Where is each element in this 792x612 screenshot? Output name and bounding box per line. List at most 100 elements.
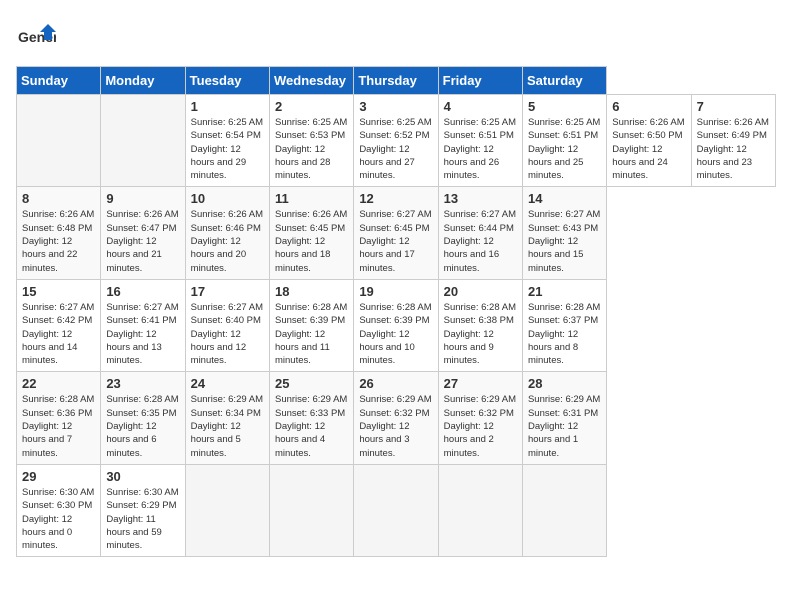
calendar-week-row: 15 Sunrise: 6:27 AM Sunset: 6:42 PM Dayl… xyxy=(17,279,776,371)
calendar-day-cell: 16 Sunrise: 6:27 AM Sunset: 6:41 PM Dayl… xyxy=(101,279,185,371)
calendar-header-row: SundayMondayTuesdayWednesdayThursdayFrid… xyxy=(17,67,776,95)
day-number: 7 xyxy=(697,99,770,114)
calendar-day-cell: 13 Sunrise: 6:27 AM Sunset: 6:44 PM Dayl… xyxy=(438,187,522,279)
weekday-header: Wednesday xyxy=(269,67,353,95)
weekday-header: Tuesday xyxy=(185,67,269,95)
calendar-day-cell: 27 Sunrise: 6:29 AM Sunset: 6:32 PM Dayl… xyxy=(438,372,522,464)
day-info: Sunrise: 6:28 AM Sunset: 6:37 PM Dayligh… xyxy=(528,301,601,367)
weekday-header: Thursday xyxy=(354,67,438,95)
day-number: 14 xyxy=(528,191,601,206)
day-info: Sunrise: 6:30 AM Sunset: 6:30 PM Dayligh… xyxy=(22,486,95,552)
day-number: 24 xyxy=(191,376,264,391)
day-number: 16 xyxy=(106,284,179,299)
day-info: Sunrise: 6:26 AM Sunset: 6:48 PM Dayligh… xyxy=(22,208,95,274)
calendar-day-cell: 14 Sunrise: 6:27 AM Sunset: 6:43 PM Dayl… xyxy=(522,187,606,279)
day-info: Sunrise: 6:26 AM Sunset: 6:45 PM Dayligh… xyxy=(275,208,348,274)
calendar-day-cell: 19 Sunrise: 6:28 AM Sunset: 6:39 PM Dayl… xyxy=(354,279,438,371)
day-number: 15 xyxy=(22,284,95,299)
calendar-day-cell: 17 Sunrise: 6:27 AM Sunset: 6:40 PM Dayl… xyxy=(185,279,269,371)
day-number: 2 xyxy=(275,99,348,114)
day-info: Sunrise: 6:27 AM Sunset: 6:43 PM Dayligh… xyxy=(528,208,601,274)
day-info: Sunrise: 6:26 AM Sunset: 6:49 PM Dayligh… xyxy=(697,116,770,182)
calendar-day-cell xyxy=(522,464,606,556)
calendar-day-cell: 25 Sunrise: 6:29 AM Sunset: 6:33 PM Dayl… xyxy=(269,372,353,464)
calendar-day-cell: 11 Sunrise: 6:26 AM Sunset: 6:45 PM Dayl… xyxy=(269,187,353,279)
day-number: 3 xyxy=(359,99,432,114)
day-number: 26 xyxy=(359,376,432,391)
day-number: 11 xyxy=(275,191,348,206)
calendar-week-row: 22 Sunrise: 6:28 AM Sunset: 6:36 PM Dayl… xyxy=(17,372,776,464)
calendar-day-cell: 30 Sunrise: 6:30 AM Sunset: 6:29 PM Dayl… xyxy=(101,464,185,556)
calendar-day-cell: 1 Sunrise: 6:25 AM Sunset: 6:54 PM Dayli… xyxy=(185,95,269,187)
day-number: 20 xyxy=(444,284,517,299)
calendar-day-cell: 12 Sunrise: 6:27 AM Sunset: 6:45 PM Dayl… xyxy=(354,187,438,279)
day-info: Sunrise: 6:27 AM Sunset: 6:41 PM Dayligh… xyxy=(106,301,179,367)
calendar-day-cell: 10 Sunrise: 6:26 AM Sunset: 6:46 PM Dayl… xyxy=(185,187,269,279)
calendar-day-cell xyxy=(17,95,101,187)
day-info: Sunrise: 6:27 AM Sunset: 6:44 PM Dayligh… xyxy=(444,208,517,274)
day-info: Sunrise: 6:29 AM Sunset: 6:31 PM Dayligh… xyxy=(528,393,601,459)
day-number: 17 xyxy=(191,284,264,299)
day-number: 22 xyxy=(22,376,95,391)
day-info: Sunrise: 6:28 AM Sunset: 6:36 PM Dayligh… xyxy=(22,393,95,459)
day-number: 28 xyxy=(528,376,601,391)
day-number: 19 xyxy=(359,284,432,299)
weekday-header: Friday xyxy=(438,67,522,95)
calendar-day-cell: 28 Sunrise: 6:29 AM Sunset: 6:31 PM Dayl… xyxy=(522,372,606,464)
calendar-day-cell: 15 Sunrise: 6:27 AM Sunset: 6:42 PM Dayl… xyxy=(17,279,101,371)
calendar-day-cell: 6 Sunrise: 6:26 AM Sunset: 6:50 PM Dayli… xyxy=(607,95,691,187)
weekday-header: Monday xyxy=(101,67,185,95)
logo: General xyxy=(16,16,60,56)
day-info: Sunrise: 6:30 AM Sunset: 6:29 PM Dayligh… xyxy=(106,486,179,552)
calendar-day-cell: 20 Sunrise: 6:28 AM Sunset: 6:38 PM Dayl… xyxy=(438,279,522,371)
calendar-day-cell: 22 Sunrise: 6:28 AM Sunset: 6:36 PM Dayl… xyxy=(17,372,101,464)
day-info: Sunrise: 6:25 AM Sunset: 6:53 PM Dayligh… xyxy=(275,116,348,182)
day-info: Sunrise: 6:26 AM Sunset: 6:50 PM Dayligh… xyxy=(612,116,685,182)
day-number: 6 xyxy=(612,99,685,114)
calendar-day-cell: 7 Sunrise: 6:26 AM Sunset: 6:49 PM Dayli… xyxy=(691,95,775,187)
calendar-week-row: 8 Sunrise: 6:26 AM Sunset: 6:48 PM Dayli… xyxy=(17,187,776,279)
day-number: 9 xyxy=(106,191,179,206)
day-info: Sunrise: 6:25 AM Sunset: 6:51 PM Dayligh… xyxy=(528,116,601,182)
day-info: Sunrise: 6:25 AM Sunset: 6:54 PM Dayligh… xyxy=(191,116,264,182)
calendar-day-cell: 23 Sunrise: 6:28 AM Sunset: 6:35 PM Dayl… xyxy=(101,372,185,464)
day-info: Sunrise: 6:29 AM Sunset: 6:32 PM Dayligh… xyxy=(359,393,432,459)
calendar-day-cell: 4 Sunrise: 6:25 AM Sunset: 6:51 PM Dayli… xyxy=(438,95,522,187)
calendar-day-cell: 26 Sunrise: 6:29 AM Sunset: 6:32 PM Dayl… xyxy=(354,372,438,464)
calendar-week-row: 29 Sunrise: 6:30 AM Sunset: 6:30 PM Dayl… xyxy=(17,464,776,556)
calendar-day-cell: 9 Sunrise: 6:26 AM Sunset: 6:47 PM Dayli… xyxy=(101,187,185,279)
calendar-week-row: 1 Sunrise: 6:25 AM Sunset: 6:54 PM Dayli… xyxy=(17,95,776,187)
day-number: 29 xyxy=(22,469,95,484)
day-info: Sunrise: 6:25 AM Sunset: 6:51 PM Dayligh… xyxy=(444,116,517,182)
calendar-day-cell: 21 Sunrise: 6:28 AM Sunset: 6:37 PM Dayl… xyxy=(522,279,606,371)
day-number: 25 xyxy=(275,376,348,391)
day-number: 30 xyxy=(106,469,179,484)
day-info: Sunrise: 6:29 AM Sunset: 6:33 PM Dayligh… xyxy=(275,393,348,459)
logo-icon: General xyxy=(16,16,56,56)
calendar-day-cell: 3 Sunrise: 6:25 AM Sunset: 6:52 PM Dayli… xyxy=(354,95,438,187)
page-header: General xyxy=(16,16,776,56)
calendar-day-cell xyxy=(185,464,269,556)
day-number: 12 xyxy=(359,191,432,206)
calendar-day-cell: 18 Sunrise: 6:28 AM Sunset: 6:39 PM Dayl… xyxy=(269,279,353,371)
day-number: 5 xyxy=(528,99,601,114)
calendar-day-cell xyxy=(269,464,353,556)
calendar-day-cell: 5 Sunrise: 6:25 AM Sunset: 6:51 PM Dayli… xyxy=(522,95,606,187)
day-info: Sunrise: 6:28 AM Sunset: 6:39 PM Dayligh… xyxy=(359,301,432,367)
day-info: Sunrise: 6:26 AM Sunset: 6:47 PM Dayligh… xyxy=(106,208,179,274)
calendar-day-cell xyxy=(101,95,185,187)
day-number: 13 xyxy=(444,191,517,206)
day-number: 8 xyxy=(22,191,95,206)
calendar-day-cell: 8 Sunrise: 6:26 AM Sunset: 6:48 PM Dayli… xyxy=(17,187,101,279)
day-info: Sunrise: 6:28 AM Sunset: 6:39 PM Dayligh… xyxy=(275,301,348,367)
calendar-day-cell xyxy=(354,464,438,556)
calendar-day-cell: 24 Sunrise: 6:29 AM Sunset: 6:34 PM Dayl… xyxy=(185,372,269,464)
calendar-table: SundayMondayTuesdayWednesdayThursdayFrid… xyxy=(16,66,776,557)
day-info: Sunrise: 6:27 AM Sunset: 6:42 PM Dayligh… xyxy=(22,301,95,367)
weekday-header: Sunday xyxy=(17,67,101,95)
day-info: Sunrise: 6:27 AM Sunset: 6:40 PM Dayligh… xyxy=(191,301,264,367)
calendar-day-cell xyxy=(438,464,522,556)
weekday-header: Saturday xyxy=(522,67,606,95)
day-number: 4 xyxy=(444,99,517,114)
day-number: 10 xyxy=(191,191,264,206)
